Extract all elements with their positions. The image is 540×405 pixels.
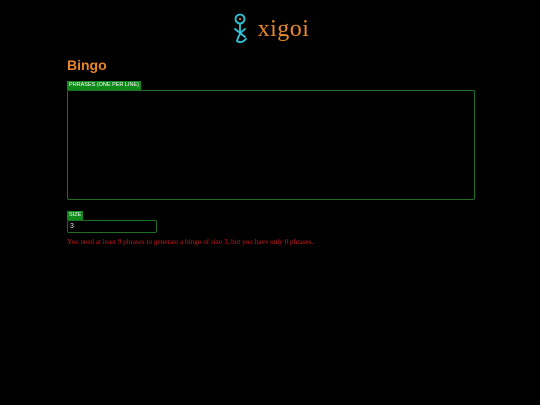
- home-link[interactable]: xigoi: [231, 13, 310, 45]
- page-title: Bingo: [67, 57, 107, 73]
- xigoi-logo-icon: [233, 13, 247, 44]
- size-input[interactable]: [67, 220, 157, 233]
- logo-text: xigoi: [257, 15, 310, 42]
- phrases-textarea[interactable]: [67, 90, 475, 200]
- site-header: xigoi: [0, 12, 540, 46]
- size-label: Size: [67, 211, 84, 220]
- error-message: You need at least 9 phrases to generate …: [67, 238, 314, 246]
- phrases-label: Phrases (one per line): [67, 81, 141, 90]
